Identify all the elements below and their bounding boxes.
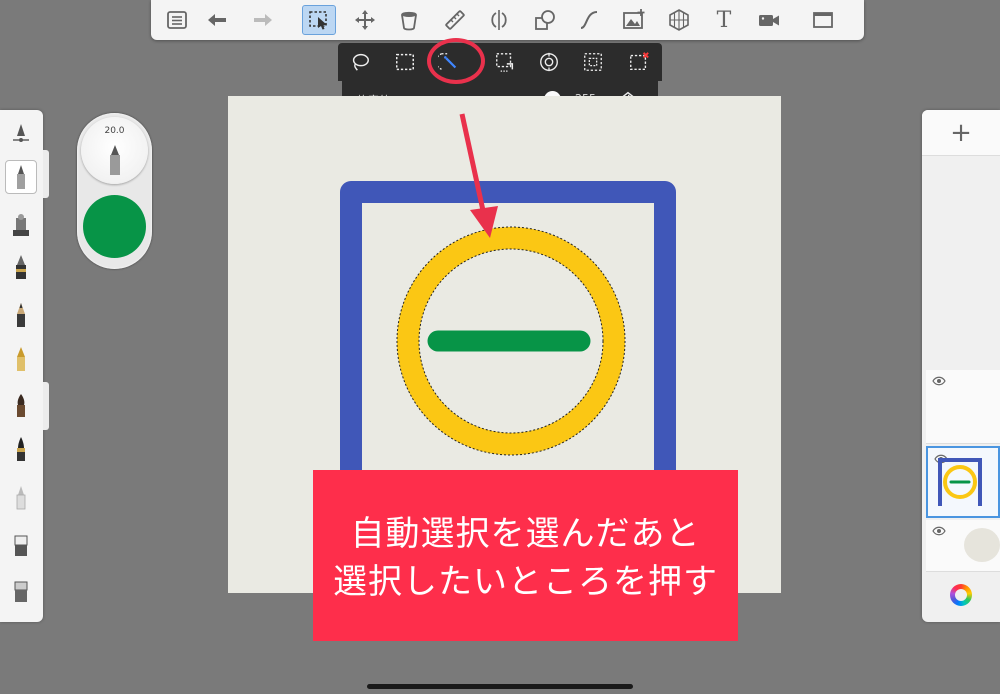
- image-import-icon: [623, 9, 645, 29]
- brush-ink[interactable]: [5, 388, 37, 422]
- instruction-line-1: 自動選択を選んだあと: [350, 514, 701, 554]
- marker-icon: [16, 255, 26, 279]
- brush-sidebar: [0, 110, 49, 622]
- eye-icon[interactable]: [932, 526, 946, 536]
- list-icon: [167, 11, 187, 29]
- rect-select-button[interactable]: [391, 49, 419, 75]
- fullscreen-icon: [813, 12, 833, 28]
- pencil-icon: [110, 145, 120, 175]
- home-indicator[interactable]: [367, 684, 633, 689]
- brush-puck[interactable]: 20.0: [77, 113, 152, 269]
- lasso-select-button[interactable]: [346, 49, 374, 75]
- symmetry-button[interactable]: [482, 5, 516, 35]
- pencil-brush-icon: [17, 165, 25, 189]
- layer-2-active[interactable]: [926, 446, 1000, 518]
- layer-thumbnail: [938, 458, 982, 506]
- sidebar-handle-bottom[interactable]: [43, 382, 49, 430]
- fill-button[interactable]: [392, 5, 426, 35]
- brush-size-value: 20.0: [104, 126, 125, 136]
- undo-button[interactable]: [200, 5, 234, 35]
- brush-soft[interactable]: [5, 480, 37, 514]
- eye-icon[interactable]: [932, 376, 946, 386]
- add-layer-button[interactable]: +: [922, 110, 1000, 156]
- invert-select-icon: [584, 53, 602, 71]
- menu-button[interactable]: [160, 5, 194, 35]
- invert-select-button[interactable]: [579, 49, 607, 75]
- select-center-icon: [540, 52, 558, 72]
- background-color-swatch[interactable]: [964, 528, 1000, 562]
- select-center-button[interactable]: [535, 49, 563, 75]
- graphite-pencil-icon: [17, 303, 25, 327]
- video-button[interactable]: [752, 5, 786, 35]
- highlight-arrow: [459, 113, 498, 238]
- fill-bucket-icon: [401, 11, 417, 31]
- redo-button[interactable]: [246, 5, 280, 35]
- lasso-icon: [352, 53, 369, 71]
- perspective-button[interactable]: [662, 5, 696, 35]
- layer-1[interactable]: [926, 370, 1000, 444]
- eraser-icon: [14, 535, 28, 556]
- clear-select-button[interactable]: [625, 49, 653, 75]
- sidebar-handle-top[interactable]: [43, 150, 49, 198]
- text-icon: T: [716, 7, 732, 33]
- paint-brush-icon: [17, 437, 25, 461]
- symmetry-icon: [491, 10, 507, 30]
- eraser-alt-icon: [14, 581, 28, 602]
- image-import-button[interactable]: [617, 5, 651, 35]
- video-icon: [759, 15, 779, 26]
- brush-marker[interactable]: [5, 250, 37, 284]
- fullscreen-button[interactable]: [806, 5, 840, 35]
- undo-icon: [208, 14, 226, 26]
- selection-mode-panel: [338, 43, 662, 81]
- shapes-icon: [535, 10, 555, 30]
- redo-icon: [254, 14, 272, 26]
- fountain-pen-icon: [17, 347, 25, 371]
- selection-tool-icon: [309, 11, 327, 30]
- brush-paint[interactable]: [5, 432, 37, 466]
- selection-tool-button[interactable]: [302, 5, 336, 35]
- ruler-button[interactable]: [438, 5, 472, 35]
- brush-eraser-2[interactable]: [5, 574, 37, 608]
- color-wheel-icon[interactable]: [950, 584, 972, 606]
- layer-background[interactable]: [926, 520, 1000, 572]
- brush-pen[interactable]: [5, 342, 37, 376]
- top-toolbar: T: [151, 0, 864, 40]
- brush-pencil-2[interactable]: [5, 298, 37, 332]
- soft-brush-icon: [16, 486, 26, 510]
- clear-select-icon: [630, 52, 649, 71]
- select-transform-icon: [496, 53, 514, 72]
- select-transform-button[interactable]: [491, 49, 519, 75]
- rect-select-icon: [396, 53, 414, 71]
- brush-settings-button[interactable]: [5, 116, 37, 150]
- brush-settings-icon: [13, 124, 29, 142]
- brush-pencil-selected[interactable]: [5, 160, 37, 194]
- perspective-grid-icon: [669, 9, 689, 31]
- ink-brush-icon: [17, 394, 25, 417]
- curve-button[interactable]: [572, 5, 606, 35]
- text-tool-button[interactable]: T: [707, 5, 741, 35]
- brush-eraser[interactable]: [5, 528, 37, 562]
- airbrush-icon: [13, 214, 29, 236]
- instruction-callout: 自動選択を選んだあと 選択したいところを押す: [313, 470, 738, 641]
- transform-button[interactable]: [348, 5, 382, 35]
- layers-sidebar: +: [922, 110, 1000, 622]
- instruction-line-2: 選択したいところを押す: [333, 562, 718, 602]
- brush-size-dial[interactable]: 20.0: [81, 117, 148, 184]
- ruler-icon: [445, 10, 465, 30]
- curve-icon: [580, 11, 598, 29]
- highlight-circle: [427, 38, 485, 84]
- shapes-button[interactable]: [528, 5, 562, 35]
- move-icon: [355, 10, 375, 30]
- brush-color-swatch[interactable]: [83, 195, 146, 258]
- brush-airbrush[interactable]: [5, 208, 37, 242]
